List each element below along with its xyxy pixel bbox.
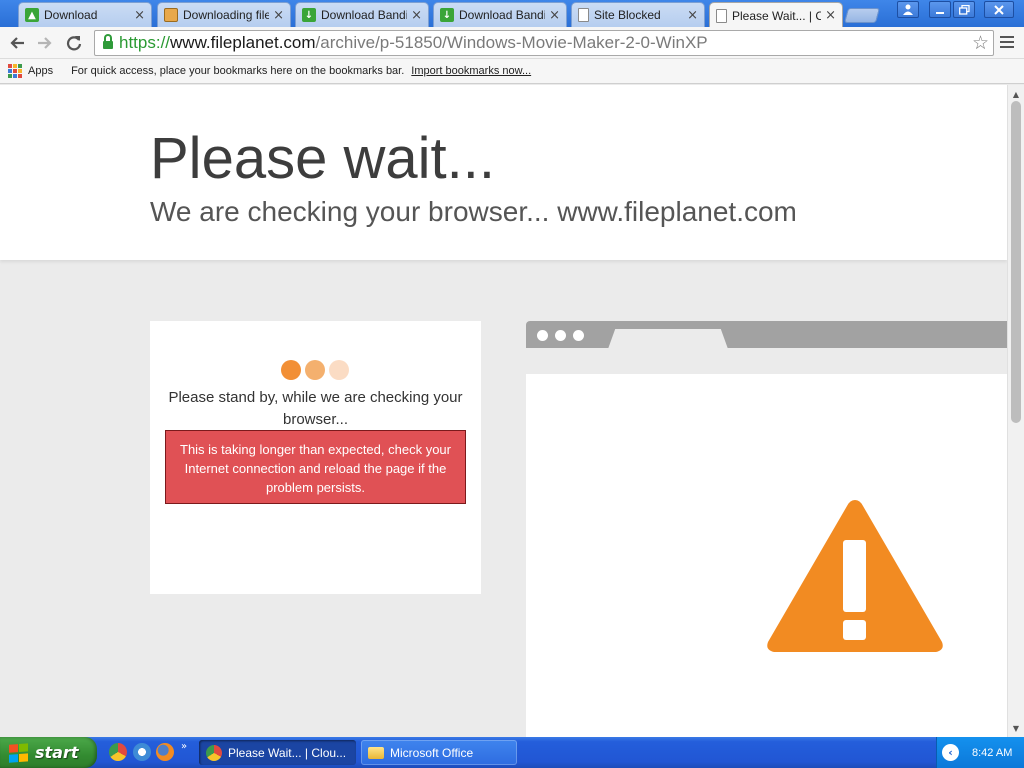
illustration-dot <box>537 330 548 341</box>
page-icon <box>716 8 727 23</box>
reload-icon <box>66 36 82 51</box>
page-header: Please wait... We are checking your brow… <box>0 85 1007 260</box>
tab-title: Download Bandicam <box>321 8 407 22</box>
scroll-up-icon[interactable]: ▲ <box>1008 87 1024 101</box>
bookmarks-hint: For quick access, place your bookmarks h… <box>71 65 405 77</box>
loader-dot <box>305 360 325 380</box>
illustration-dot <box>555 330 566 341</box>
apps-grid-icon[interactable] <box>8 64 22 78</box>
task-label: Microsoft Office <box>390 745 474 760</box>
browser-toolbar: https://www.fileplanet.com/archive/p-518… <box>0 27 1024 59</box>
tab-title: Site Blocked <box>594 8 661 22</box>
windows-taskbar: start » Please Wait... | Clou... Microso… <box>0 737 1024 768</box>
hamburger-icon <box>1000 36 1014 38</box>
apps-bookmark[interactable]: Apps <box>28 65 53 77</box>
page-subtitle: We are checking your browser... www.file… <box>150 196 797 227</box>
address-bar[interactable]: https://www.fileplanet.com/archive/p-518… <box>94 30 994 56</box>
start-label: start <box>35 743 79 762</box>
url-text[interactable]: https://www.fileplanet.com/archive/p-518… <box>119 33 708 53</box>
tab-title: Download Bandicam <box>459 8 545 22</box>
vertical-scrollbar[interactable]: ▲ ▼ <box>1007 85 1024 737</box>
back-arrow-icon <box>10 37 24 49</box>
page-icon <box>578 8 589 22</box>
loading-dots <box>281 360 353 380</box>
chrome-menu-button[interactable] <box>1000 33 1014 51</box>
person-icon <box>903 4 913 15</box>
status-card: Please stand by, while we are checking y… <box>150 321 481 594</box>
close-icon <box>994 4 1004 15</box>
connection-alert: This is taking longer than expected, che… <box>165 430 466 504</box>
scrollbar-thumb[interactable] <box>1011 101 1021 423</box>
tab-title: Downloading file | <box>183 8 270 22</box>
bookmarks-bar: Apps For quick access, place your bookma… <box>0 59 1024 84</box>
back-button[interactable] <box>5 31 29 55</box>
taskbar-item-microsoft-office[interactable]: Microsoft Office <box>361 740 517 765</box>
tab-site-blocked[interactable]: Site Blocked × <box>571 2 705 27</box>
illustration-dot <box>573 330 584 341</box>
loader-dot <box>281 360 301 380</box>
minimize-icon <box>936 11 944 14</box>
close-icon[interactable]: × <box>687 8 698 23</box>
page-title: Please wait... <box>150 126 495 191</box>
close-icon[interactable]: × <box>134 8 145 23</box>
tab-please-wait[interactable]: Please Wait... | C × <box>709 2 843 28</box>
task-label: Please Wait... | Clou... <box>228 745 347 760</box>
tab-download-bandicam-1[interactable]: ↓ Download Bandicam × <box>295 2 429 27</box>
new-tab-button[interactable] <box>843 8 881 23</box>
clock[interactable]: 8:42 AM <box>972 747 1012 759</box>
download-green-icon: ↓ <box>440 8 454 22</box>
forward-button[interactable] <box>33 31 57 55</box>
page-viewport: Please wait... We are checking your brow… <box>0 85 1007 737</box>
scroll-down-icon[interactable]: ▼ <box>1008 721 1024 735</box>
close-icon[interactable]: × <box>825 8 836 23</box>
url-scheme: https:// <box>119 33 171 52</box>
green-arrow-icon: ▲ <box>25 8 39 22</box>
standby-message: Please stand by, while we are checking y… <box>168 389 463 428</box>
close-icon[interactable]: × <box>549 8 560 23</box>
folder-icon <box>368 746 384 759</box>
tab-download-bandicam-2[interactable]: ↓ Download Bandicam × <box>433 2 567 27</box>
tab-download[interactable]: ▲ Download × <box>18 2 152 27</box>
reload-button[interactable] <box>62 31 86 55</box>
import-bookmarks-link[interactable]: Import bookmarks now... <box>411 65 531 77</box>
warning-triangle-icon <box>767 500 943 652</box>
restore-button[interactable] <box>953 1 975 18</box>
restore-icon <box>958 4 970 15</box>
internet-explorer-icon[interactable] <box>133 743 151 761</box>
close-window-button[interactable] <box>984 1 1014 18</box>
tab-downloading-file[interactable]: Downloading file | × <box>157 2 291 27</box>
illustration-tab <box>608 329 728 349</box>
bookmark-star-icon[interactable]: ☆ <box>972 32 989 54</box>
windows-flag-icon <box>9 742 29 762</box>
multi-page-icon <box>164 8 178 22</box>
tab-title: Download <box>44 8 98 22</box>
close-icon[interactable]: × <box>273 8 284 23</box>
quick-launch-more[interactable]: » <box>181 741 187 752</box>
chrome-icon <box>206 744 222 761</box>
firefox-icon[interactable] <box>156 743 174 761</box>
loader-dot <box>329 360 349 380</box>
system-tray: ‹ 8:42 AM <box>936 737 1024 768</box>
close-icon[interactable]: × <box>411 8 422 23</box>
lock-icon <box>103 34 113 49</box>
profile-button[interactable] <box>897 1 919 18</box>
download-green-icon: ↓ <box>302 8 316 22</box>
taskbar-item-please-wait[interactable]: Please Wait... | Clou... <box>199 740 356 765</box>
url-path: /archive/p-51850/Windows-Movie-Maker-2-0… <box>315 33 708 52</box>
tab-strip: ▲ Download × Downloading file | × ↓ Down… <box>0 0 1024 28</box>
tray-expand-icon[interactable]: ‹ <box>942 744 959 761</box>
minimize-button[interactable] <box>929 1 951 18</box>
url-host: www.fileplanet.com <box>170 33 316 52</box>
forward-arrow-icon <box>38 37 52 49</box>
illustration-body <box>526 374 1007 737</box>
start-button[interactable]: start <box>0 737 97 768</box>
illustration-titlebar <box>526 321 1007 349</box>
tab-title: Please Wait... | C <box>732 8 822 23</box>
chrome-icon[interactable] <box>109 743 127 761</box>
browser-illustration <box>526 321 1007 737</box>
